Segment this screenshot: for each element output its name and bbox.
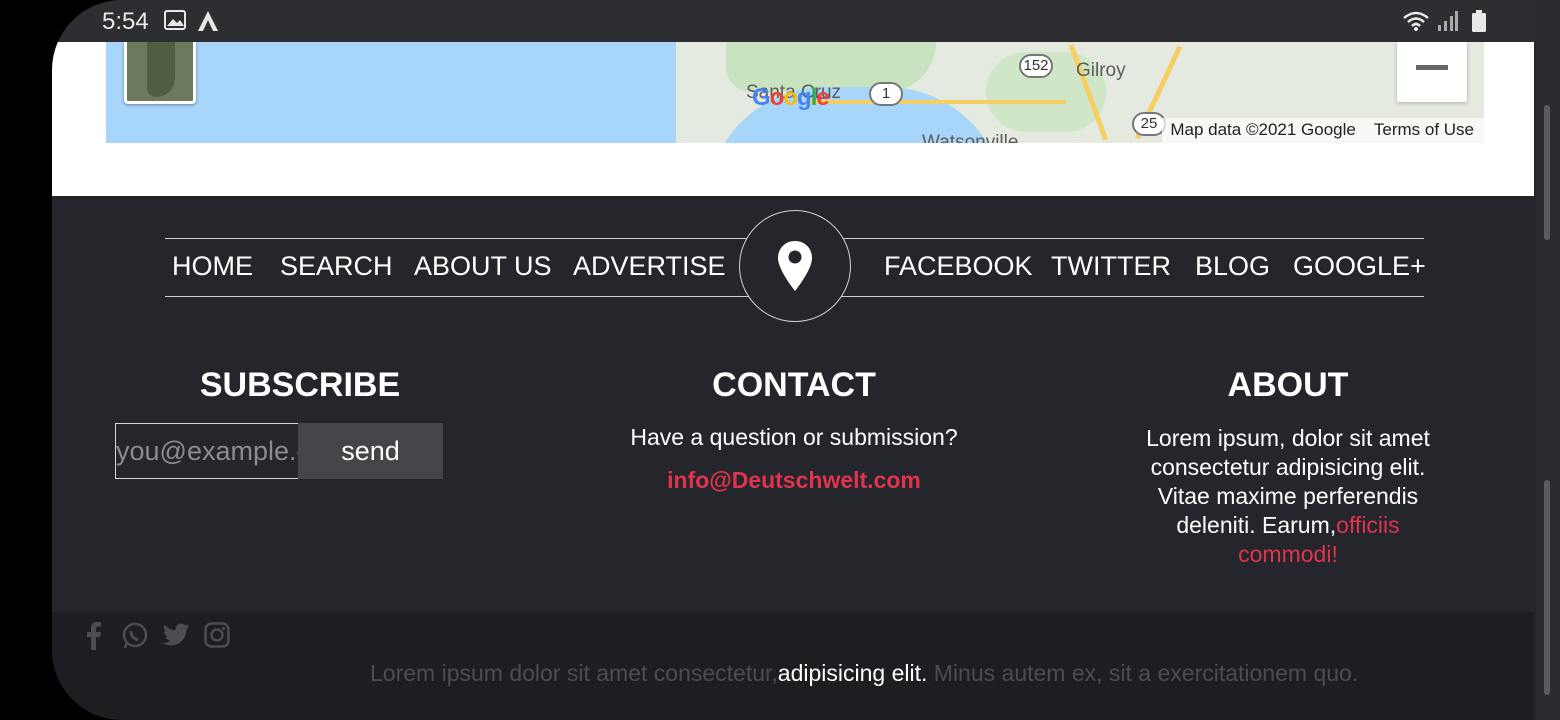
map-attribution: Map data ©2021 Google Terms of Use xyxy=(1162,118,1484,143)
image-icon xyxy=(164,10,186,35)
signal-icon xyxy=(1436,10,1458,37)
map-pin-icon xyxy=(778,241,812,291)
wifi-icon xyxy=(1402,10,1430,37)
map-label: Watsonville xyxy=(922,132,1019,143)
satellite-toggle[interactable] xyxy=(124,42,196,104)
map-road xyxy=(806,100,1066,104)
nav-blog-link[interactable]: BLOG xyxy=(1195,251,1270,282)
nav-advertise-link[interactable]: ADVERTISE xyxy=(573,251,726,282)
email-field[interactable] xyxy=(115,423,299,479)
scrollbar-thumb[interactable] xyxy=(1544,105,1550,240)
nav-twitter-link[interactable]: TWITTER xyxy=(1051,251,1171,282)
nav-google-plus-link[interactable]: GOOGLE+ xyxy=(1293,251,1426,282)
route-shield: 1 xyxy=(869,82,903,106)
subscribe-form: send xyxy=(115,423,443,479)
footer: HOME SEARCH ABOUT US ADVERTISE FACEBOOK … xyxy=(52,196,1534,612)
route-shield: 25 xyxy=(1132,112,1166,136)
contact-text: Have a question or submission? xyxy=(630,424,958,450)
copyright-pre: Lorem ipsum dolor sit amet consectetur, xyxy=(370,660,778,686)
battery-icon xyxy=(1472,10,1486,37)
nav-home-link[interactable]: HOME xyxy=(172,251,253,282)
google-map[interactable]: 152 Gilroy Santa Cruz 1 25 Watsonville G… xyxy=(106,42,1484,143)
map-pin-badge xyxy=(739,210,851,322)
twitter-icon[interactable] xyxy=(162,622,190,653)
nav-about-us-link[interactable]: ABOUT US xyxy=(414,251,552,282)
side-key xyxy=(1544,480,1550,695)
facebook-icon[interactable] xyxy=(86,622,102,655)
copyright-post: Minus autem ex, sit a exercitationem quo… xyxy=(927,660,1359,686)
copyright-text: Lorem ipsum dolor sit amet consectetur,a… xyxy=(370,660,1358,687)
copyright-highlight: adipisicing elit. xyxy=(777,660,928,686)
nav-search-link[interactable]: SEARCH xyxy=(280,251,393,282)
map-data-text: Map data ©2021 Google xyxy=(1170,120,1356,139)
status-time: 5:54 xyxy=(102,8,149,35)
contact-email-link[interactable]: info@Deutschwelt.com xyxy=(552,467,1036,494)
about-title: ABOUT xyxy=(1227,366,1349,404)
map-label: Gilroy xyxy=(1076,60,1126,81)
page-content: 152 Gilroy Santa Cruz 1 25 Watsonville G… xyxy=(52,42,1534,196)
about-text: Lorem ipsum, dolor sit amet consectetur … xyxy=(1146,424,1430,569)
nav-facebook-link[interactable]: FACEBOOK xyxy=(884,251,1033,282)
a-icon xyxy=(197,10,219,37)
bottom-bar: Lorem ipsum dolor sit amet consectetur,a… xyxy=(52,612,1534,720)
contact-title: CONTACT xyxy=(712,366,876,404)
send-button[interactable]: send xyxy=(298,423,443,479)
subscribe-title: SUBSCRIBE xyxy=(199,366,401,404)
footer-nav: HOME SEARCH ABOUT US ADVERTISE FACEBOOK … xyxy=(165,210,1426,322)
zoom-out-button[interactable] xyxy=(1397,42,1467,102)
instagram-icon[interactable] xyxy=(204,622,230,653)
route-shield: 152 xyxy=(1019,54,1053,78)
whatsapp-icon[interactable] xyxy=(122,622,148,655)
status-bar: 5:54 xyxy=(52,0,1536,42)
terms-of-use-link[interactable]: Terms of Use xyxy=(1374,120,1474,139)
screen-edge xyxy=(1536,0,1560,720)
google-logo: Google xyxy=(752,84,830,111)
phone-screen: 5:54 152 Gilroy Santa Cruz 1 25 Watsonvi… xyxy=(52,0,1536,720)
